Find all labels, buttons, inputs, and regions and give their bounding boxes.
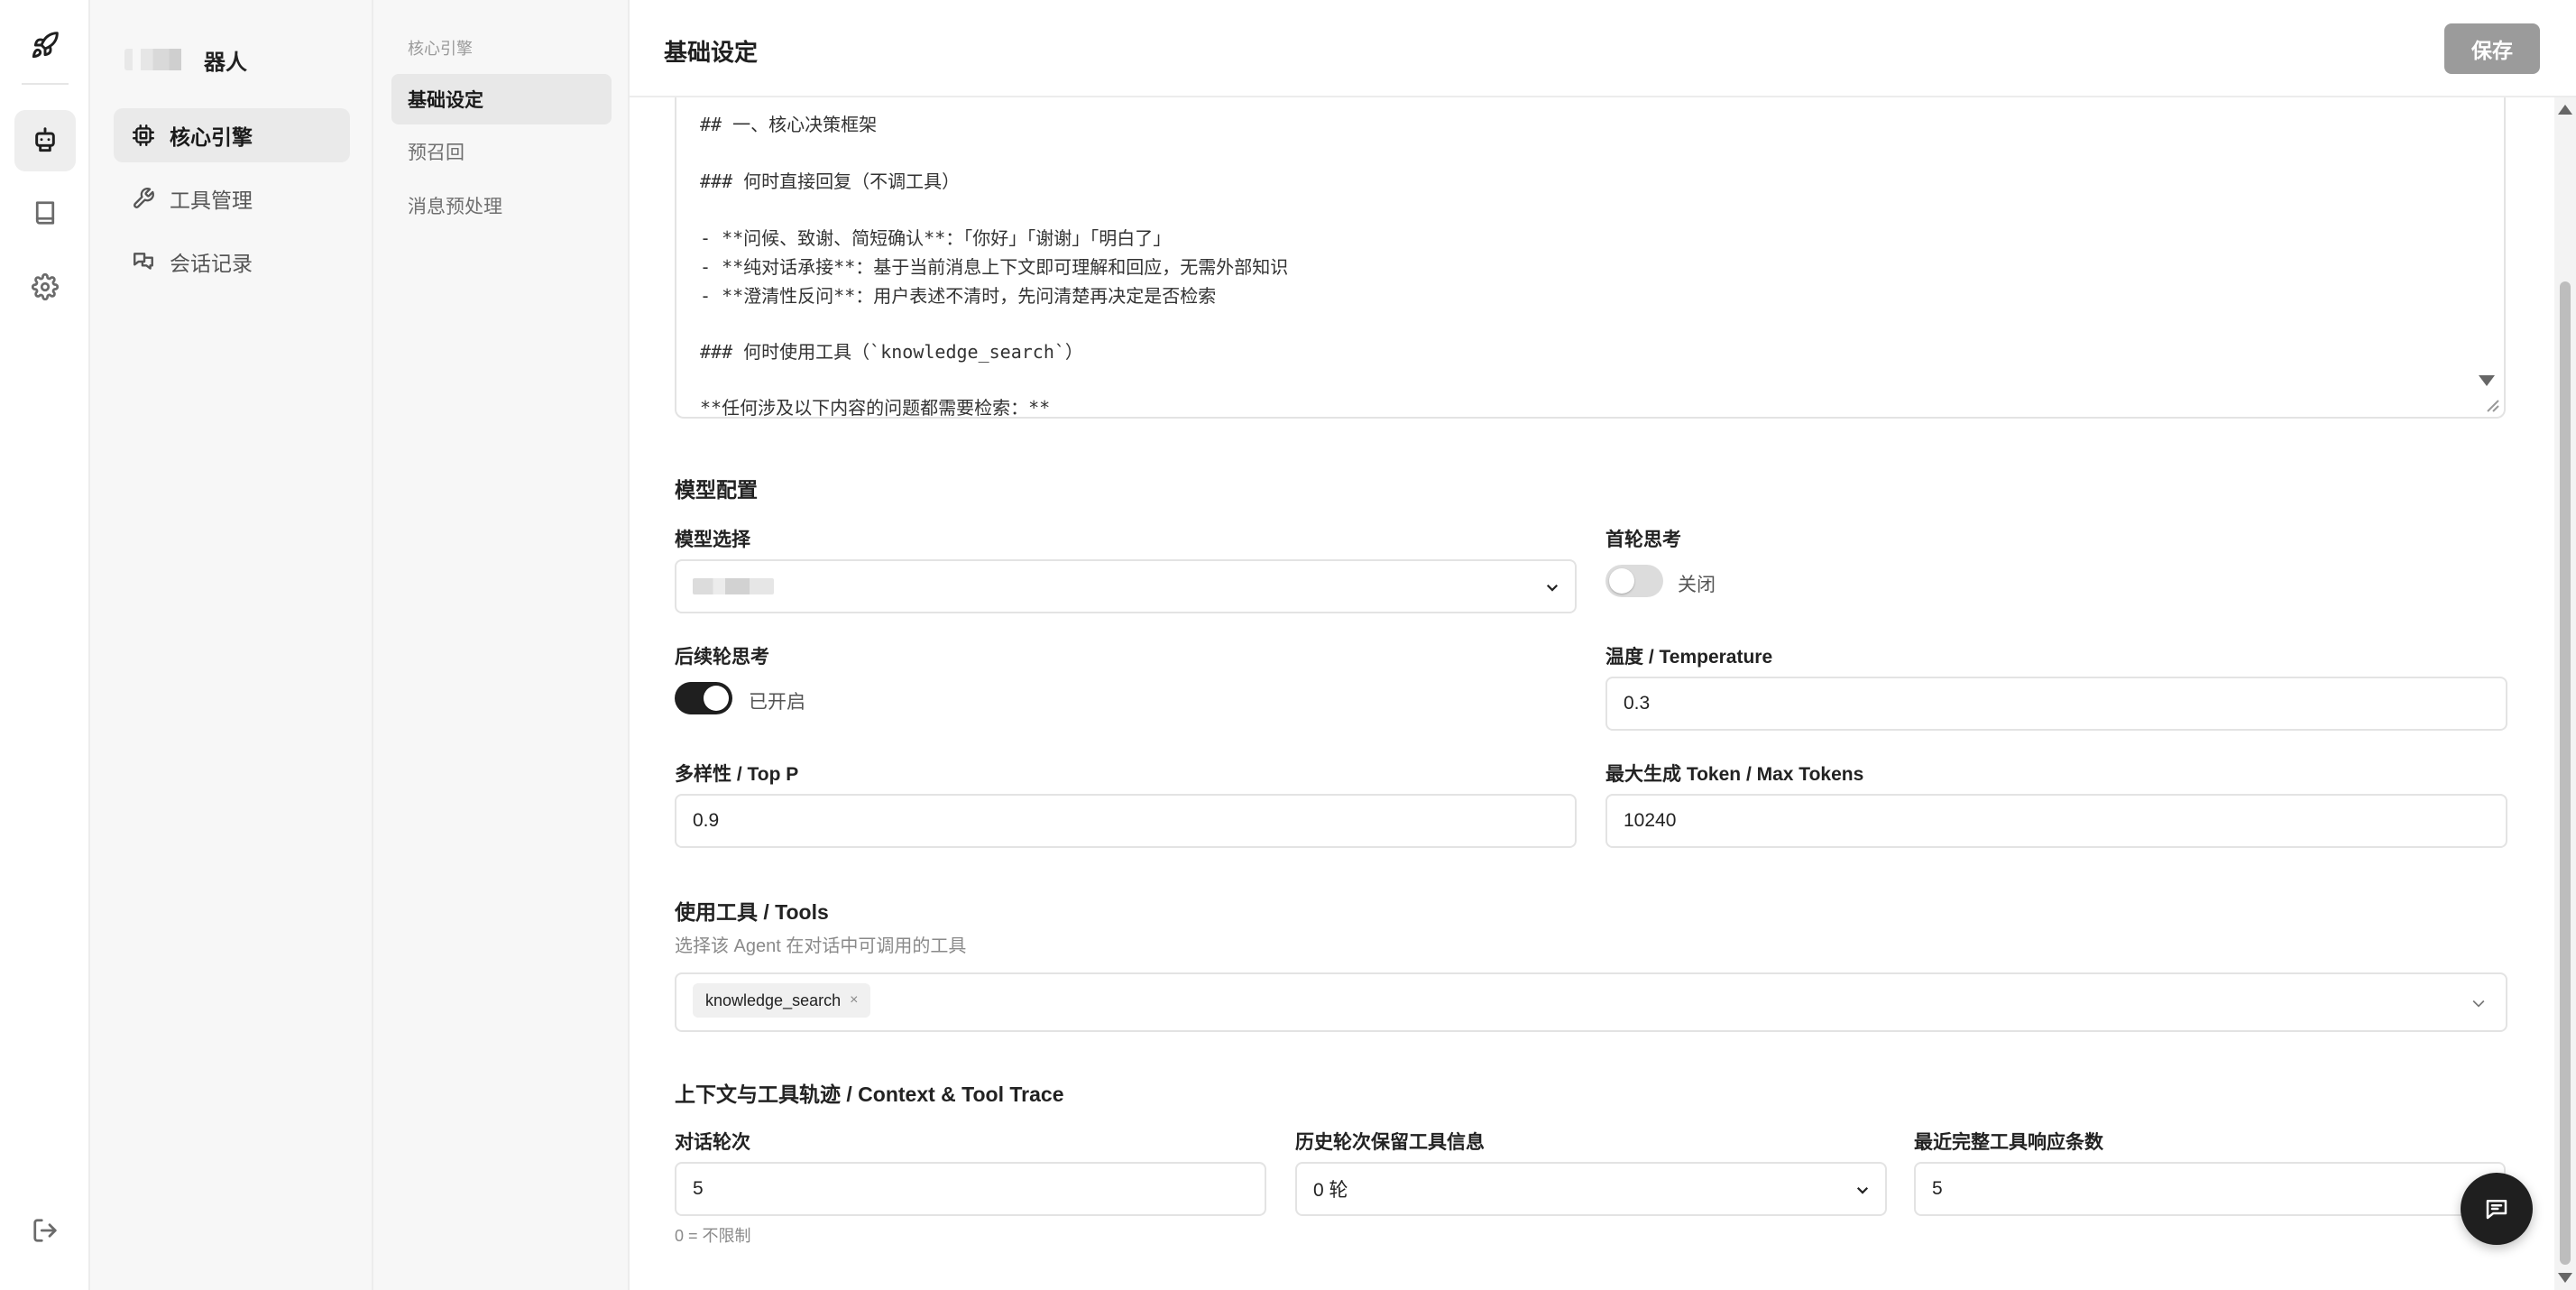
prompt-line: - **纯对话承接**：基于当前消息上下文即可理解和回应，无需外部知识 bbox=[700, 256, 1289, 278]
chevron-down-icon bbox=[1546, 584, 1559, 592]
sidebar-item-label: 工具管理 bbox=[170, 189, 253, 212]
subnav-item-pre-recall[interactable]: 预召回 bbox=[391, 126, 612, 177]
history-tool-info-select[interactable]: 0 轮 bbox=[1295, 1162, 1887, 1216]
rounds-hint: 0 = 不限制 bbox=[675, 1227, 751, 1245]
rail-divider bbox=[22, 83, 69, 85]
icon-rail bbox=[0, 0, 90, 1290]
temperature-label: 温度 / Temperature bbox=[1605, 647, 1773, 668]
later-round-think-state: 已开启 bbox=[749, 692, 805, 713]
sidebar-item-tool-management[interactable]: 工具管理 bbox=[114, 171, 350, 226]
redacted-model-name bbox=[693, 578, 774, 594]
recent-tool-responses-input[interactable]: 5 bbox=[1914, 1162, 2506, 1216]
first-round-think-label: 首轮思考 bbox=[1605, 530, 1681, 550]
subnav-item-basic-settings[interactable]: 基础设定 bbox=[391, 74, 612, 124]
rounds-label: 对话轮次 bbox=[675, 1132, 750, 1153]
tool-tag-label: knowledge_search bbox=[705, 991, 842, 1009]
model-config-title: 模型配置 bbox=[675, 478, 758, 502]
sidebar-item-label: 会话记录 bbox=[170, 252, 253, 275]
cpu-icon bbox=[132, 124, 155, 147]
chevron-down-icon bbox=[1856, 1186, 1869, 1194]
sidebar-item-session-log[interactable]: 会话记录 bbox=[114, 235, 350, 289]
recent-tool-responses-label: 最近完整工具响应条数 bbox=[1914, 1132, 2103, 1153]
main-content: 基础设定 保存 ## 一、核心决策框架 ### 何时直接回复（不调工具） - *… bbox=[630, 0, 2576, 1290]
sidebar-item-label: 核心引擎 bbox=[170, 125, 253, 149]
scrollbar-thumb[interactable] bbox=[2560, 281, 2571, 1265]
prompt-line: - **问候、致谢、简短确认**：「你好」「谢谢」「明白了」 bbox=[700, 227, 1172, 249]
save-button[interactable]: 保存 bbox=[2444, 23, 2540, 74]
page-title: 基础设定 bbox=[664, 39, 759, 66]
gear-icon[interactable] bbox=[14, 256, 76, 318]
tool-tag: knowledge_search × bbox=[693, 983, 871, 1018]
max-tokens-label: 最大生成 Token / Max Tokens bbox=[1605, 764, 1864, 785]
temperature-input[interactable]: 0.3 bbox=[1605, 677, 2507, 731]
later-round-think-label: 后续轮思考 bbox=[675, 647, 769, 668]
top-p-input[interactable]: 0.9 bbox=[675, 794, 1577, 848]
page-scrollbar[interactable] bbox=[2554, 97, 2576, 1290]
chevron-down-icon bbox=[2472, 1000, 2485, 1008]
scroll-down-icon[interactable] bbox=[2558, 1273, 2572, 1283]
later-round-think-toggle[interactable] bbox=[675, 682, 732, 714]
chat-log-icon bbox=[133, 253, 153, 270]
history-tool-info-label: 历史轮次保留工具信息 bbox=[1295, 1132, 1485, 1153]
tools-title: 使用工具 / Tools bbox=[675, 900, 829, 924]
history-tool-info-value: 0 轮 bbox=[1313, 1180, 1348, 1201]
rocket-icon[interactable] bbox=[23, 23, 67, 67]
context-title: 上下文与工具轨迹 / Context & Tool Trace bbox=[675, 1083, 1064, 1106]
subnav-heading: 核心引擎 bbox=[408, 40, 473, 58]
first-round-think-toggle[interactable] bbox=[1605, 565, 1663, 597]
tools-multiselect[interactable] bbox=[675, 972, 2507, 1032]
wrench-icon bbox=[133, 188, 154, 208]
textarea-scroll-down-icon[interactable] bbox=[2479, 375, 2495, 386]
subnav-item-message-preprocess[interactable]: 消息预处理 bbox=[391, 180, 612, 231]
chat-fab-button[interactable] bbox=[2461, 1173, 2533, 1245]
logout-icon[interactable] bbox=[14, 1200, 76, 1261]
resize-grip-icon[interactable] bbox=[2482, 395, 2500, 413]
robot-icon[interactable] bbox=[14, 110, 76, 171]
rounds-input[interactable]: 5 bbox=[675, 1162, 1266, 1216]
model-select[interactable] bbox=[675, 559, 1577, 613]
prompt-line: ### 何时使用工具（`knowledge_search`） bbox=[700, 341, 1083, 363]
scroll-up-icon[interactable] bbox=[2558, 105, 2572, 115]
primary-sidebar: 器人 核心引擎 工具管理 会话记录 bbox=[90, 0, 373, 1290]
secondary-sidebar: 核心引擎 基础设定 预召回 消息预处理 bbox=[373, 0, 630, 1290]
book-icon[interactable] bbox=[14, 182, 76, 244]
tools-description: 选择该 Agent 在对话中可调用的工具 bbox=[675, 936, 967, 956]
system-prompt-editor[interactable]: ## 一、核心决策框架 ### 何时直接回复（不调工具） - **问候、致谢、简… bbox=[675, 97, 2506, 419]
page-header: 基础设定 保存 bbox=[630, 0, 2576, 97]
redacted-name bbox=[124, 49, 206, 70]
max-tokens-input[interactable]: 10240 bbox=[1605, 794, 2507, 848]
agent-name: 器人 bbox=[124, 45, 247, 75]
model-select-label: 模型选择 bbox=[675, 530, 750, 550]
prompt-line: **任何涉及以下内容的问题都需要检索：** bbox=[700, 397, 1051, 419]
prompt-line: - **澄清性反问**：用户表述不清时，先问清楚再决定是否检索 bbox=[700, 285, 1217, 307]
chat-icon bbox=[2486, 1200, 2507, 1220]
prompt-line: ## 一、核心决策框架 bbox=[700, 114, 878, 135]
tag-remove-icon[interactable]: × bbox=[850, 992, 858, 1009]
top-p-label: 多样性 / Top P bbox=[675, 764, 799, 785]
first-round-think-state: 关闭 bbox=[1678, 575, 1716, 595]
sidebar-item-core-engine[interactable]: 核心引擎 bbox=[114, 108, 350, 162]
prompt-line: ### 何时直接回复（不调工具） bbox=[700, 170, 961, 192]
